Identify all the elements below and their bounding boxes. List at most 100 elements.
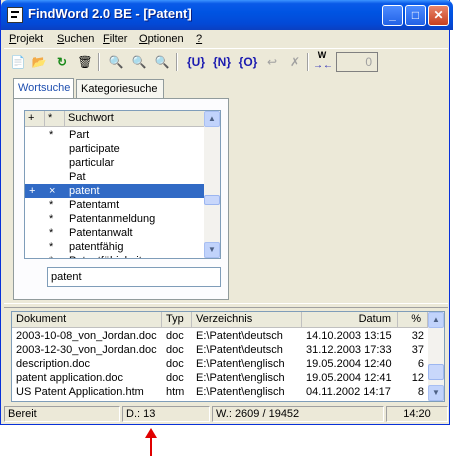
result-doc: 2003-12-30_von_Jordan.doc xyxy=(16,344,157,356)
undo-icon[interactable]: ↩ xyxy=(263,53,281,71)
zoom-next-icon[interactable]: 🔍 xyxy=(153,53,171,71)
header-plus[interactable]: + xyxy=(25,111,45,127)
title-bar[interactable]: FindWord 2.0 BE - [Patent] _ □ ✕ xyxy=(1,0,453,30)
results-scrollbar[interactable]: ▲ ▼ xyxy=(428,312,444,401)
word-list[interactable]: + * Suchwort * Part participate particular P… xyxy=(24,110,221,259)
brace-o-icon[interactable]: {O} xyxy=(236,53,260,71)
result-row[interactable]: 2003-12-30_von_Jordan.doc doc E:\Patent\de… xyxy=(12,344,428,357)
word-row-word: Pat xyxy=(69,171,86,183)
word-row[interactable]: particular xyxy=(25,156,205,170)
zoom-out-icon[interactable]: 🔍 xyxy=(130,53,148,71)
word-list-scrollbar[interactable]: ▲ ▼ xyxy=(204,111,220,258)
word-row-star: * xyxy=(49,227,54,239)
close-button[interactable]: ✕ xyxy=(428,5,449,26)
menu-projekt[interactable]: Projekt xyxy=(9,33,43,45)
cancel-icon[interactable]: ✗ xyxy=(286,53,304,71)
word-row-star: * xyxy=(49,213,54,225)
word-row[interactable]: * Patentanmeldung xyxy=(25,212,205,226)
open-folder-icon[interactable]: 📂 xyxy=(30,53,48,71)
word-row[interactable]: * Part xyxy=(25,128,205,142)
counter-field: 0 xyxy=(336,52,378,72)
word-row[interactable]: Pat xyxy=(25,170,205,184)
up-arrow-icon xyxy=(145,428,157,456)
status-time: 14:20 xyxy=(386,406,448,422)
scroll-down-button[interactable]: ▼ xyxy=(204,242,220,258)
trash-icon[interactable]: 🗑 xyxy=(76,53,94,71)
result-dir: E:\Patent\englisch xyxy=(196,372,285,384)
word-row[interactable]: participate xyxy=(25,142,205,156)
result-dir: E:\Patent\deutsch xyxy=(196,344,283,356)
result-typ: htm xyxy=(166,386,185,398)
result-row[interactable]: patent application.doc doc E:\Patent\engli… xyxy=(12,372,428,385)
header-suchwort[interactable]: Suchwort xyxy=(65,111,205,127)
result-date: 19.05.2004 12:40 xyxy=(306,358,392,370)
header-percent[interactable]: % xyxy=(398,312,428,328)
word-row-word: Patentamt xyxy=(69,199,120,211)
word-row[interactable]: * Patentamt xyxy=(25,198,205,212)
scroll-up-button[interactable]: ▲ xyxy=(428,312,444,328)
header-dokument[interactable]: Dokument xyxy=(12,312,162,328)
word-row-star: * xyxy=(49,241,54,253)
result-typ: doc xyxy=(166,372,184,384)
header-star[interactable]: * xyxy=(45,111,65,127)
menu-optionen[interactable]: Optionen xyxy=(139,33,184,45)
window-title: FindWord 2.0 BE - [Patent] xyxy=(28,6,192,21)
result-pct: 12 xyxy=(411,372,424,384)
word-jump-icon[interactable]: W →← xyxy=(313,50,333,74)
header-typ[interactable]: Typ xyxy=(162,312,192,328)
scroll-down-button[interactable]: ▼ xyxy=(428,385,444,401)
header-verzeichnis[interactable]: Verzeichnis xyxy=(192,312,302,328)
word-row-word: Patentanmeldung xyxy=(69,213,156,225)
result-date: 14.10.2003 13:15 xyxy=(306,330,392,342)
result-row[interactable]: 2003-10-08_von_Jordan.doc doc E:\Patent\de… xyxy=(12,330,428,343)
result-date: 19.05.2004 12:41 xyxy=(306,372,392,384)
result-row[interactable]: description.doc doc E:\Patent\englisch 19.0… xyxy=(12,358,428,371)
header-datum[interactable]: Datum xyxy=(302,312,398,328)
minimize-button[interactable]: _ xyxy=(382,5,403,26)
menu-help[interactable]: ? xyxy=(196,33,202,45)
scroll-thumb[interactable] xyxy=(204,195,220,205)
new-file-icon[interactable]: 📄 xyxy=(9,53,27,71)
result-pct: 32 xyxy=(411,330,424,342)
result-row[interactable]: US Patent Application.htm htm E:\Patent\en… xyxy=(12,386,428,399)
toolbar: 📄 📂 ↻ 🗑 🔍 🔍 🔍 {U} {N} {O} ↩ ✗ W →← 0 xyxy=(4,48,448,75)
menu-suchen[interactable]: Suchen xyxy=(57,33,94,45)
scroll-up-button[interactable]: ▲ xyxy=(204,111,220,127)
menu-bar: Projekt Suchen Filter Optionen ? xyxy=(4,30,448,48)
word-row-star: * xyxy=(49,254,63,258)
word-row-word: Patentanwalt xyxy=(69,227,133,239)
word-list-header: + * Suchwort xyxy=(25,111,205,127)
tab-wortsuche[interactable]: Wortsuche xyxy=(13,78,74,98)
word-row[interactable]: * patentfähig xyxy=(25,240,205,254)
tab-kategoriesuche[interactable]: Kategoriesuche xyxy=(76,79,164,98)
word-row-word: Patentfähigkeit xyxy=(69,254,142,258)
result-pct: 6 xyxy=(417,358,424,370)
result-doc: description.doc xyxy=(16,358,90,370)
maximize-button[interactable]: □ xyxy=(405,5,426,26)
result-pct: 8 xyxy=(417,386,424,398)
results-list[interactable]: Dokument Typ Verzeichnis Datum % 2003-10… xyxy=(11,311,445,402)
result-typ: doc xyxy=(166,330,184,342)
scroll-thumb[interactable] xyxy=(428,364,444,380)
refresh-icon[interactable]: ↻ xyxy=(53,53,71,71)
result-doc: US Patent Application.htm xyxy=(16,386,144,398)
word-row-word: Part xyxy=(69,129,90,141)
search-input[interactable] xyxy=(47,267,221,287)
word-row[interactable]: * Patentanwalt xyxy=(25,226,205,240)
menu-filter[interactable]: Filter xyxy=(103,33,127,45)
result-typ: doc xyxy=(166,344,184,356)
zoom-icon[interactable]: 🔍 xyxy=(107,53,125,71)
word-row-word: patentfähig xyxy=(69,241,124,253)
word-row[interactable]: * Patentfähigkeit xyxy=(25,254,205,258)
toolbar-separator xyxy=(98,53,100,71)
brace-u-icon[interactable]: {U} xyxy=(184,53,208,71)
result-dir: E:\Patent\deutsch xyxy=(196,330,283,342)
result-doc: patent application.doc xyxy=(16,372,124,384)
arrow-head xyxy=(145,428,157,438)
brace-n-icon[interactable]: {N} xyxy=(210,53,234,71)
result-typ: doc xyxy=(166,358,184,370)
splitter[interactable] xyxy=(4,303,448,308)
word-row-word: particular xyxy=(69,157,115,169)
word-row[interactable]: + × patent xyxy=(25,184,205,198)
toolbar-separator xyxy=(176,53,178,71)
